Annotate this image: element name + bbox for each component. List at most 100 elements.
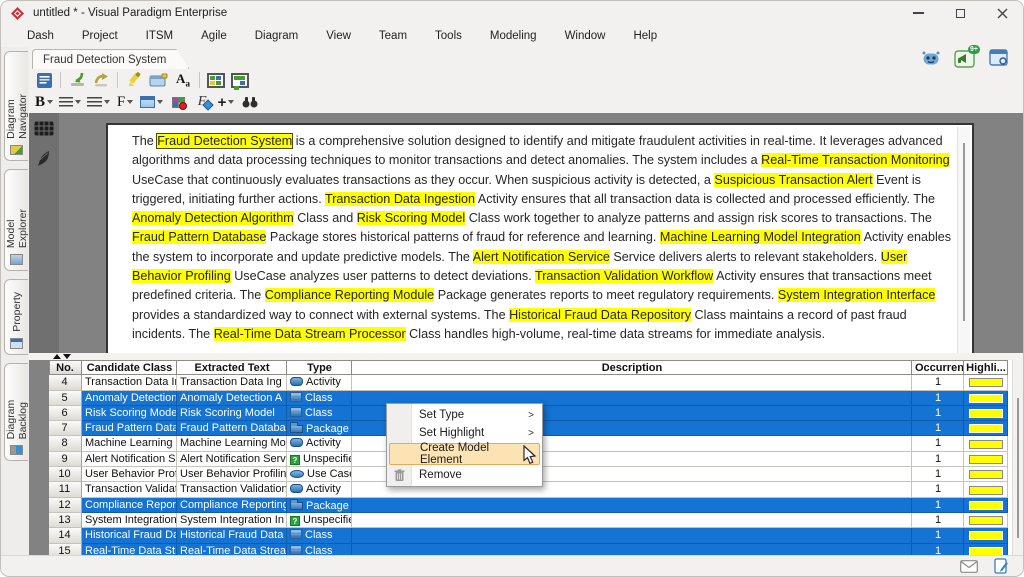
candidate-class-cell[interactable]: System Integration (82, 513, 177, 528)
menu-team[interactable]: Team (365, 25, 421, 47)
table-scrollbar[interactable] (1012, 360, 1023, 557)
format-painter-button[interactable]: F (191, 92, 213, 112)
import-button[interactable] (66, 70, 88, 90)
menu-itsm[interactable]: ITSM (132, 25, 187, 47)
font-button[interactable]: Aa (172, 70, 194, 90)
menu-item-set-type[interactable]: Set Type> (387, 406, 542, 424)
description-cell[interactable] (352, 498, 912, 513)
candidate-class-cell[interactable]: Historical Fraud Dat (82, 528, 177, 543)
menu-item-create-model-element[interactable]: Create Model Element (389, 443, 540, 465)
document-page[interactable]: The Fraud Detection System is a comprehe… (106, 123, 974, 353)
menu-project[interactable]: Project (68, 25, 132, 47)
highlight-cell[interactable] (964, 421, 1008, 436)
assistant-bot-button[interactable] (919, 48, 943, 68)
table-row[interactable]: 12Compliance ReportiCompliance Reporting… (49, 498, 1008, 513)
redo-button[interactable] (90, 70, 112, 90)
note-button[interactable] (147, 70, 170, 90)
text-analysis-button[interactable] (33, 70, 55, 90)
extracted-text-cell[interactable]: Transaction Data Ing (177, 375, 287, 390)
table-button[interactable] (138, 92, 165, 112)
highlighter-button[interactable] (123, 70, 145, 90)
highlight-cell[interactable] (964, 482, 1008, 497)
message-envelope-icon[interactable] (960, 560, 978, 573)
scrollbar-thumb[interactable] (963, 143, 965, 321)
find-button[interactable] (239, 92, 261, 112)
menu-modeling[interactable]: Modeling (476, 25, 551, 47)
table-row[interactable]: 13System IntegrationSystem Integration I… (49, 513, 1008, 528)
type-cell[interactable]: Activity (287, 482, 352, 497)
candidate-class-cell[interactable]: User Behavior Profil (82, 467, 177, 482)
maximize-button[interactable] (939, 1, 981, 25)
table-row[interactable]: 14Historical Fraud DatHistorical Fraud D… (49, 528, 1008, 543)
description-cell[interactable] (352, 375, 912, 390)
sidebar-tab-diagram-navigator[interactable]: Diagram Navigator (4, 51, 28, 161)
menu-tools[interactable]: Tools (421, 25, 476, 47)
diagram-canvas[interactable]: The Fraud Detection System is a comprehe… (29, 113, 1023, 353)
splitter-expand-icon[interactable] (63, 354, 71, 359)
highlight-cell[interactable] (964, 406, 1008, 421)
font-style-button[interactable]: F (114, 92, 136, 112)
highlight-cell[interactable] (964, 436, 1008, 451)
panel-view-button[interactable] (987, 48, 1011, 68)
type-cell[interactable]: Class (287, 391, 352, 406)
color-button[interactable] (167, 92, 189, 112)
diagram-overview-button[interactable] (205, 70, 227, 90)
sidebar-tab-diagram-backlog[interactable]: Diagram Backlog (4, 363, 28, 461)
type-cell[interactable]: ?Unspecified (287, 513, 352, 528)
menu-help[interactable]: Help (619, 25, 671, 47)
edit-document-icon[interactable] (994, 558, 1009, 574)
column-header-desc[interactable]: Description (352, 360, 912, 375)
extracted-text-cell[interactable]: User Behavior Profilin (177, 467, 287, 482)
column-header-no[interactable]: No. (49, 360, 82, 375)
minimize-button[interactable] (897, 1, 939, 25)
list-button[interactable] (85, 92, 112, 112)
menu-agile[interactable]: Agile (187, 25, 241, 47)
highlight-cell[interactable] (964, 375, 1008, 390)
menu-dash[interactable]: Dash (13, 25, 68, 47)
candidate-class-cell[interactable]: Risk Scoring Model (82, 406, 177, 421)
extracted-text-cell[interactable]: Transaction Validation (177, 482, 287, 497)
description-cell[interactable] (352, 513, 912, 528)
splitter-collapse-icon[interactable] (53, 354, 61, 359)
grid-tool-icon[interactable] (34, 121, 54, 136)
type-cell[interactable]: Activity (287, 375, 352, 390)
type-cell[interactable]: ?Unspecified (287, 452, 352, 467)
model-structure-button[interactable] (229, 70, 251, 90)
diagram-tab[interactable]: Fraud Detection System (32, 49, 189, 69)
extracted-text-cell[interactable]: Alert Notification Serv (177, 452, 287, 467)
candidate-class-cell[interactable]: Compliance Reporti (82, 498, 177, 513)
type-cell[interactable]: Activity (287, 436, 352, 451)
sidebar-tab-property[interactable]: Property (4, 279, 28, 355)
quill-pen-icon[interactable] (36, 150, 52, 168)
bold-button[interactable]: B (33, 92, 55, 112)
candidate-class-cell[interactable]: Machine Learning M (82, 436, 177, 451)
extracted-text-cell[interactable]: Risk Scoring Model (177, 406, 287, 421)
highlight-cell[interactable] (964, 452, 1008, 467)
alignment-button[interactable] (57, 92, 83, 112)
column-header-ext[interactable]: Extracted Text (177, 360, 287, 375)
candidate-class-cell[interactable]: Transaction Validati (82, 482, 177, 497)
highlight-cell[interactable] (964, 391, 1008, 406)
extracted-text-cell[interactable]: Fraud Pattern Databa (177, 421, 287, 436)
column-header-hl[interactable]: Highli... (964, 360, 1008, 375)
highlight-cell[interactable] (964, 498, 1008, 513)
description-cell[interactable] (352, 528, 912, 543)
extracted-text-cell[interactable]: Historical Fraud Data (177, 528, 287, 543)
type-cell[interactable]: Package (287, 498, 352, 513)
type-cell[interactable]: Class (287, 406, 352, 421)
type-cell[interactable]: Class (287, 528, 352, 543)
extracted-text-cell[interactable]: System Integration In (177, 513, 287, 528)
column-header-type[interactable]: Type (287, 360, 352, 375)
menu-diagram[interactable]: Diagram (241, 25, 312, 47)
type-cell[interactable]: Use Case (287, 467, 352, 482)
menu-view[interactable]: View (312, 25, 365, 47)
sidebar-tab-model-explorer[interactable]: Model Explorer (4, 169, 28, 271)
document-scrollbar[interactable] (957, 127, 970, 353)
candidate-class-cell[interactable]: Alert Notification Se (82, 452, 177, 467)
candidate-class-cell[interactable]: Transaction Data In (82, 375, 177, 390)
column-header-cand[interactable]: Candidate Class (82, 360, 177, 375)
type-cell[interactable]: Package (287, 421, 352, 436)
table-row[interactable]: 4Transaction Data InTransaction Data Ing… (49, 375, 1008, 390)
candidate-class-cell[interactable]: Anomaly Detection (82, 391, 177, 406)
column-header-occ[interactable]: Occurrence (912, 360, 964, 375)
